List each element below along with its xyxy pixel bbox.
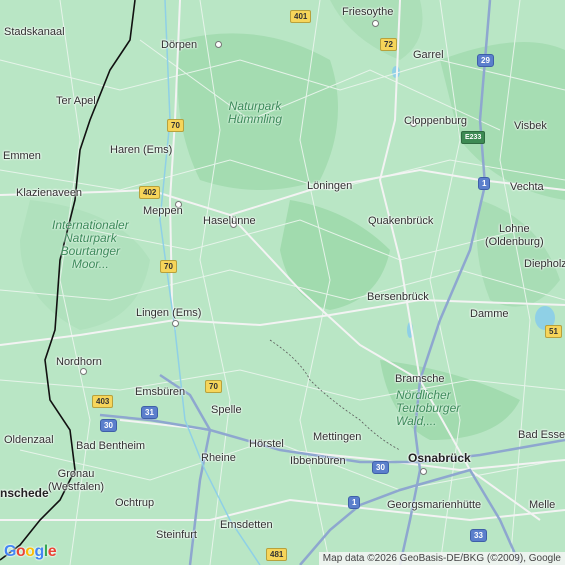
- city-label[interactable]: Bad Bentheim: [76, 440, 145, 453]
- road-shield: 30: [372, 461, 389, 474]
- city-label[interactable]: nschede: [0, 487, 49, 500]
- city-label[interactable]: Ibbenbüren: [290, 455, 346, 468]
- road-shield: 70: [167, 119, 184, 132]
- logo-letter: g: [34, 543, 45, 560]
- road-shield: 1: [348, 496, 361, 509]
- city-dot: [372, 20, 379, 27]
- road-shield: 402: [139, 186, 161, 199]
- city-label[interactable]: Emmen: [3, 150, 41, 163]
- city-label[interactable]: Bersenbrück: [367, 291, 429, 304]
- road-shield: 30: [100, 419, 117, 432]
- city-label[interactable]: Lingen (Ems): [136, 307, 201, 320]
- road-shield: 70: [205, 380, 222, 393]
- logo-letter: o: [25, 543, 35, 560]
- city-label[interactable]: Ochtrup: [115, 497, 154, 510]
- road-shield: 403: [92, 395, 114, 408]
- road-shield: 29: [477, 54, 494, 67]
- city-label[interactable]: Vechta: [510, 181, 544, 194]
- park-label[interactable]: Internationaler Naturpark Bourtanger Moo…: [52, 219, 129, 271]
- road-shield: 70: [160, 260, 177, 273]
- city-label[interactable]: Visbek: [514, 120, 547, 133]
- city-label[interactable]: Spelle: [211, 404, 242, 417]
- road-shield: 1: [478, 177, 491, 190]
- city-dot: [215, 41, 222, 48]
- city-label[interactable]: Ter Apel: [56, 95, 96, 108]
- road-shield: 31: [141, 406, 158, 419]
- city-label[interactable]: Emsbüren: [135, 386, 185, 399]
- city-label[interactable]: Diepholz: [524, 258, 565, 271]
- city-label[interactable]: Osnabrück: [408, 452, 471, 465]
- city-label[interactable]: Lohne (Oldenburg): [485, 223, 544, 249]
- city-label[interactable]: Georgsmarienhütte: [387, 499, 481, 512]
- map-canvas[interactable]: Friesoythe Stadskanaal Dörpen Garrel Ter…: [0, 0, 565, 565]
- road-shield: 51: [545, 325, 562, 338]
- map-attribution[interactable]: Map data ©2026 GeoBasis-DE/BKG (©2009), …: [318, 552, 565, 565]
- logo-letter: e: [47, 543, 57, 560]
- city-label[interactable]: Emsdetten: [220, 519, 273, 532]
- city-label[interactable]: Damme: [470, 308, 509, 321]
- park-label[interactable]: Naturpark Hümmling: [228, 100, 282, 126]
- city-label[interactable]: Melle: [529, 499, 555, 512]
- city-label[interactable]: Dörpen: [161, 39, 197, 52]
- city-label[interactable]: Cloppenburg: [404, 115, 467, 128]
- city-label[interactable]: Stadskanaal: [4, 26, 65, 39]
- city-label[interactable]: Haselünne: [203, 215, 256, 228]
- city-label[interactable]: Garrel: [413, 49, 444, 62]
- road-shield: E233: [461, 131, 486, 144]
- city-label[interactable]: Bramsche: [395, 373, 445, 386]
- city-dot: [420, 468, 427, 475]
- city-dot: [172, 320, 179, 327]
- road-shield: 401: [290, 10, 312, 23]
- road-shield: 33: [470, 529, 487, 542]
- city-label[interactable]: Bad Essen: [518, 429, 565, 442]
- city-label[interactable]: Quakenbrück: [368, 215, 433, 228]
- logo-letter: G: [4, 543, 16, 560]
- logo-letter: o: [15, 543, 26, 560]
- city-label[interactable]: Mettingen: [313, 431, 361, 444]
- park-label[interactable]: Nördlicher Teutoburger Wald,...: [396, 389, 460, 428]
- google-logo[interactable]: Google: [4, 543, 57, 561]
- city-label[interactable]: Steinfurt: [156, 529, 197, 542]
- road-shield: 481: [266, 548, 288, 561]
- city-label[interactable]: Haren (Ems): [110, 144, 172, 157]
- city-label[interactable]: Nordhorn: [56, 356, 102, 369]
- road-shield: 72: [380, 38, 397, 51]
- city-label[interactable]: Gronau (Westfalen): [48, 468, 104, 494]
- city-dot: [80, 368, 87, 375]
- city-label[interactable]: Meppen: [143, 205, 183, 218]
- city-label[interactable]: Rheine: [201, 452, 236, 465]
- city-label[interactable]: Oldenzaal: [4, 434, 54, 447]
- city-label[interactable]: Löningen: [307, 180, 352, 193]
- city-label[interactable]: Klazienaveen: [16, 187, 82, 200]
- city-label[interactable]: Friesoythe: [342, 6, 393, 19]
- city-label[interactable]: Hörstel: [249, 438, 284, 451]
